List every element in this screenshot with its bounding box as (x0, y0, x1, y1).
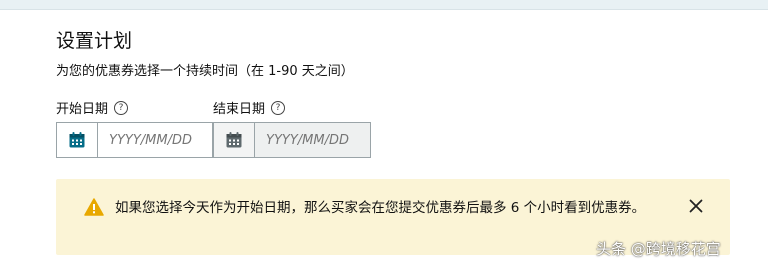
start-date-label-text: 开始日期 (56, 102, 109, 117)
section-title: 设置计划 (56, 30, 133, 52)
top-bar (0, 0, 768, 10)
end-date-label: 结束日期 ? (213, 98, 286, 117)
start-date-calendar-button[interactable] (57, 123, 98, 157)
alert-message: 如果您选择今天作为开始日期，那么买家会在您提交优惠券后最多 6 个小时看到优惠券… (115, 200, 646, 216)
warning-icon (84, 198, 104, 216)
start-date-field (56, 122, 213, 158)
start-date-input[interactable] (97, 123, 212, 157)
end-date-field (213, 122, 371, 158)
start-date-label: 开始日期 ? (56, 98, 129, 117)
help-icon[interactable]: ? (114, 100, 129, 115)
calendar-icon (69, 132, 85, 148)
end-date-label-text: 结束日期 (213, 102, 266, 117)
calendar-icon (226, 132, 242, 148)
watermark: 头条 @跨境移花宫 (596, 240, 721, 258)
end-date-input[interactable] (254, 123, 370, 157)
close-icon (689, 199, 703, 213)
alert-close-button[interactable] (686, 196, 706, 216)
end-date-calendar-button[interactable] (214, 123, 255, 157)
section-subtitle: 为您的优惠券选择一个持续时间（在 1-90 天之间） (56, 64, 354, 79)
help-icon[interactable]: ? (271, 100, 286, 115)
